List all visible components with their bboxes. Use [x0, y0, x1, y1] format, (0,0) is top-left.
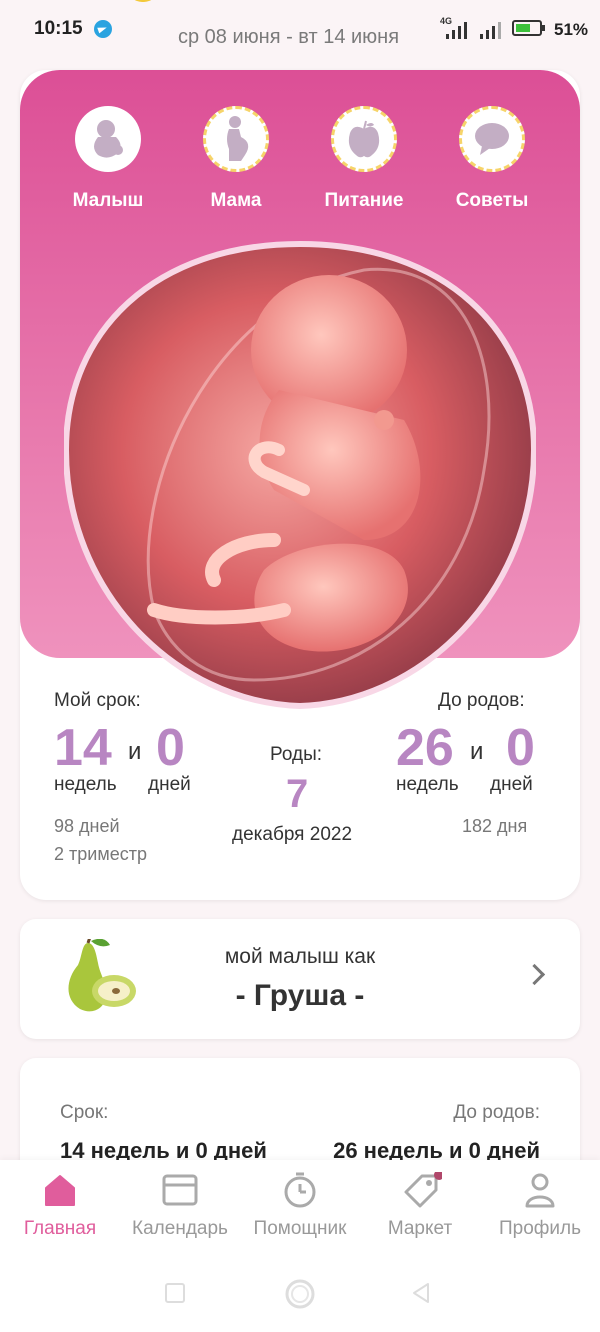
home-icon [45, 1175, 75, 1206]
nav-label: Помощник [253, 1218, 347, 1239]
nav-assistant[interactable]: Помощник [240, 1160, 360, 1250]
clock: 10:15 [34, 18, 83, 39]
calendar-icon [162, 1174, 198, 1206]
back-icon[interactable] [410, 1282, 432, 1304]
days-unit: дней [148, 774, 191, 795]
apple-icon [348, 120, 380, 158]
signal-icon [446, 22, 467, 39]
nav-label: Профиль [498, 1218, 582, 1239]
fetus-illustration[interactable] [62, 240, 538, 710]
birth-day: 7 [286, 772, 309, 816]
until-total-days: 182 дня [462, 816, 528, 836]
summary-term-label: Срок: [60, 1102, 109, 1123]
category-baby[interactable]: Малыш [58, 106, 158, 212]
pregnancy-stats: Мой срок: 14 и 0 недель дней 98 дней 2 т… [20, 650, 580, 900]
until-weeks-unit: недель [396, 774, 459, 795]
mother-icon [227, 116, 249, 161]
chat-bubble-icon [475, 123, 509, 155]
baby-icon [94, 120, 123, 158]
battery-level: 51% [554, 20, 589, 39]
category-label: Советы [455, 190, 529, 211]
baby-size-fruit: - Груша - [235, 979, 365, 1012]
and-text-2: и [470, 738, 484, 765]
nav-profile[interactable]: Профиль [480, 1160, 600, 1250]
category-nutrition[interactable]: Питание [314, 106, 414, 212]
user-icon [525, 1173, 555, 1208]
fetus-image [62, 240, 538, 710]
home-circle-icon[interactable] [284, 1278, 316, 1310]
system-navigation-bar [0, 1250, 600, 1332]
until-days: 0 [506, 719, 535, 777]
nav-label: Главная [23, 1218, 97, 1239]
nav-calendar[interactable]: Календарь [120, 1160, 240, 1250]
recent-apps-icon[interactable] [164, 1282, 186, 1304]
nav-label: Календарь [132, 1218, 228, 1239]
weeks-unit: недель [54, 774, 117, 795]
until-days-unit: дней [490, 774, 533, 795]
category-mother[interactable]: Мама [186, 106, 286, 212]
telegram-icon [94, 20, 112, 38]
my-term-label: Мой срок: [54, 690, 141, 711]
baby-size-subtitle: мой малыш как [224, 945, 376, 968]
category-label: Мама [210, 190, 262, 211]
clock-icon [284, 1172, 316, 1208]
week-range[interactable]: ср 08 июня - вт 14 июня [178, 26, 399, 49]
category-label: Питание [324, 190, 404, 211]
weather-icon [128, 0, 158, 2]
nav-label: Маркет [387, 1218, 453, 1239]
nav-home[interactable]: Главная [0, 1160, 120, 1250]
baby-size-card[interactable]: мой малыш как - Груша - [20, 919, 580, 1039]
until-label: До родов: [438, 690, 525, 711]
and-text: и [128, 738, 142, 765]
days-value: 0 [156, 719, 185, 777]
summary-until-label: До родов: [453, 1102, 540, 1123]
category-tips[interactable]: Советы [442, 106, 542, 212]
status-bar: 10:15 ср 08 июня - вт 14 июня 4G 51% [0, 0, 600, 60]
birth-label: Роды: [270, 744, 323, 765]
trimester: 2 триместр [54, 844, 147, 864]
birth-month-year: декабря 2022 [232, 824, 353, 845]
price-tag-icon [404, 1172, 442, 1208]
category-label: Малыш [72, 190, 144, 211]
until-weeks: 26 [396, 719, 454, 777]
nav-market[interactable]: Маркет [360, 1160, 480, 1250]
weeks-value: 14 [54, 719, 112, 777]
battery-icon [512, 20, 545, 36]
signal-icon-2 [480, 22, 501, 39]
total-days: 98 дней [54, 816, 120, 836]
